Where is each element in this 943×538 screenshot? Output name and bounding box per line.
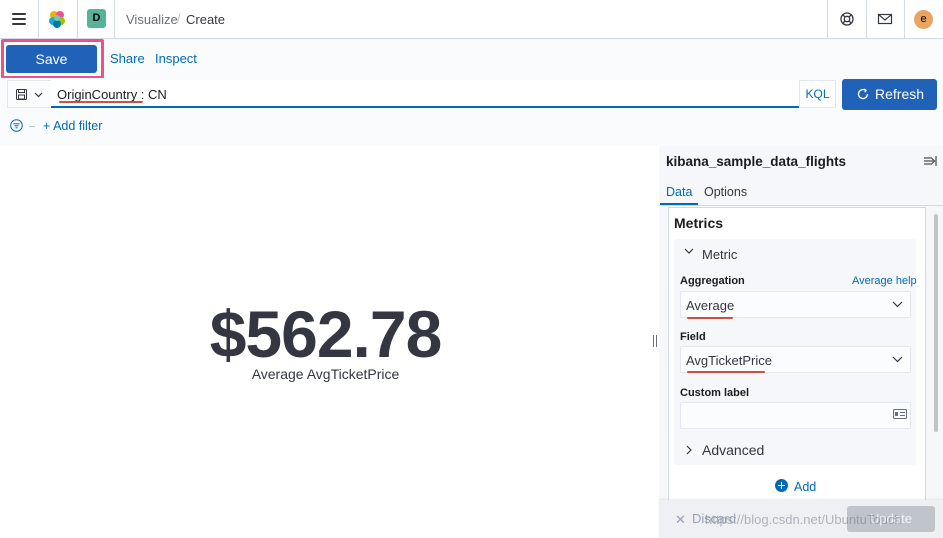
custom-label-label: Custom label	[680, 387, 750, 399]
inspect-link[interactable]: Inspect	[155, 51, 197, 66]
watermark: https://blog.csdn.net/UbuntuTouch	[705, 512, 902, 527]
aggregation-value: Average	[686, 298, 735, 313]
kql-button[interactable]: KQL	[799, 80, 836, 108]
help-icon[interactable]	[839, 11, 855, 27]
metric-accordion-title[interactable]: Metric	[702, 247, 737, 262]
refresh-button[interactable]: Refresh	[842, 79, 937, 110]
filter-divider	[29, 126, 35, 127]
index-pattern-title: kibana_sample_data_flights	[666, 154, 847, 169]
refresh-label: Refresh	[875, 86, 925, 102]
metric-value: $562.78	[209, 297, 443, 371]
newsfeed-icon[interactable]	[877, 11, 893, 27]
close-icon: ✕	[675, 512, 686, 527]
add-metric-button[interactable]: Add	[794, 480, 816, 494]
menu-icon[interactable]	[12, 13, 26, 25]
collapse-sidebar-icon[interactable]	[923, 155, 937, 167]
annotation-underline	[687, 317, 733, 319]
metric-label: Average AvgTicketPrice	[251, 366, 400, 382]
chevron-down-icon[interactable]	[684, 248, 694, 255]
refresh-icon	[857, 88, 869, 100]
tabs-divider	[659, 205, 943, 206]
field-value: AvgTicketPrice	[686, 353, 772, 368]
annotation-underline	[687, 371, 765, 373]
tab-options[interactable]: Options	[704, 185, 747, 199]
breadcrumb-create: Create	[186, 12, 226, 27]
chevron-down-icon	[892, 301, 903, 308]
header-divider	[827, 0, 828, 39]
saved-query-button[interactable]	[7, 80, 51, 108]
header-divider	[38, 0, 39, 39]
aggregation-label: Aggregation	[680, 275, 745, 287]
chevron-right-icon[interactable]	[686, 445, 693, 455]
header-divider	[904, 0, 905, 39]
advanced-toggle[interactable]: Advanced	[702, 442, 764, 458]
aggregation-help-link[interactable]: Average help	[852, 275, 917, 287]
id-card-icon	[893, 409, 907, 419]
header-divider	[866, 0, 867, 39]
add-filter-link[interactable]: + Add filter	[43, 119, 102, 133]
panel-resizer[interactable]	[652, 335, 658, 347]
share-link[interactable]: Share	[110, 51, 145, 66]
chevron-down-icon	[34, 92, 43, 98]
user-avatar[interactable]: e	[914, 10, 933, 29]
query-text: OriginCountry : CN	[57, 87, 167, 102]
kibana-logo[interactable]	[47, 9, 67, 29]
header-divider	[77, 0, 78, 39]
space-avatar[interactable]: D	[87, 9, 106, 28]
field-label: Field	[680, 331, 706, 343]
chevron-down-icon	[892, 356, 903, 363]
sidebar-scrollbar[interactable]	[934, 214, 938, 432]
tab-data[interactable]: Data	[666, 185, 692, 199]
save-query-icon	[16, 89, 27, 100]
add-icon[interactable]	[775, 479, 788, 492]
header-divider	[114, 0, 115, 39]
save-button[interactable]: Save	[6, 45, 97, 73]
filter-icon[interactable]	[10, 119, 23, 132]
breadcrumb-separator: /	[177, 11, 181, 26]
metrics-heading: Metrics	[674, 215, 724, 231]
annotation-underline	[59, 101, 143, 103]
custom-label-input[interactable]	[680, 402, 911, 429]
breadcrumb-visualize[interactable]: Visualize	[126, 12, 178, 27]
